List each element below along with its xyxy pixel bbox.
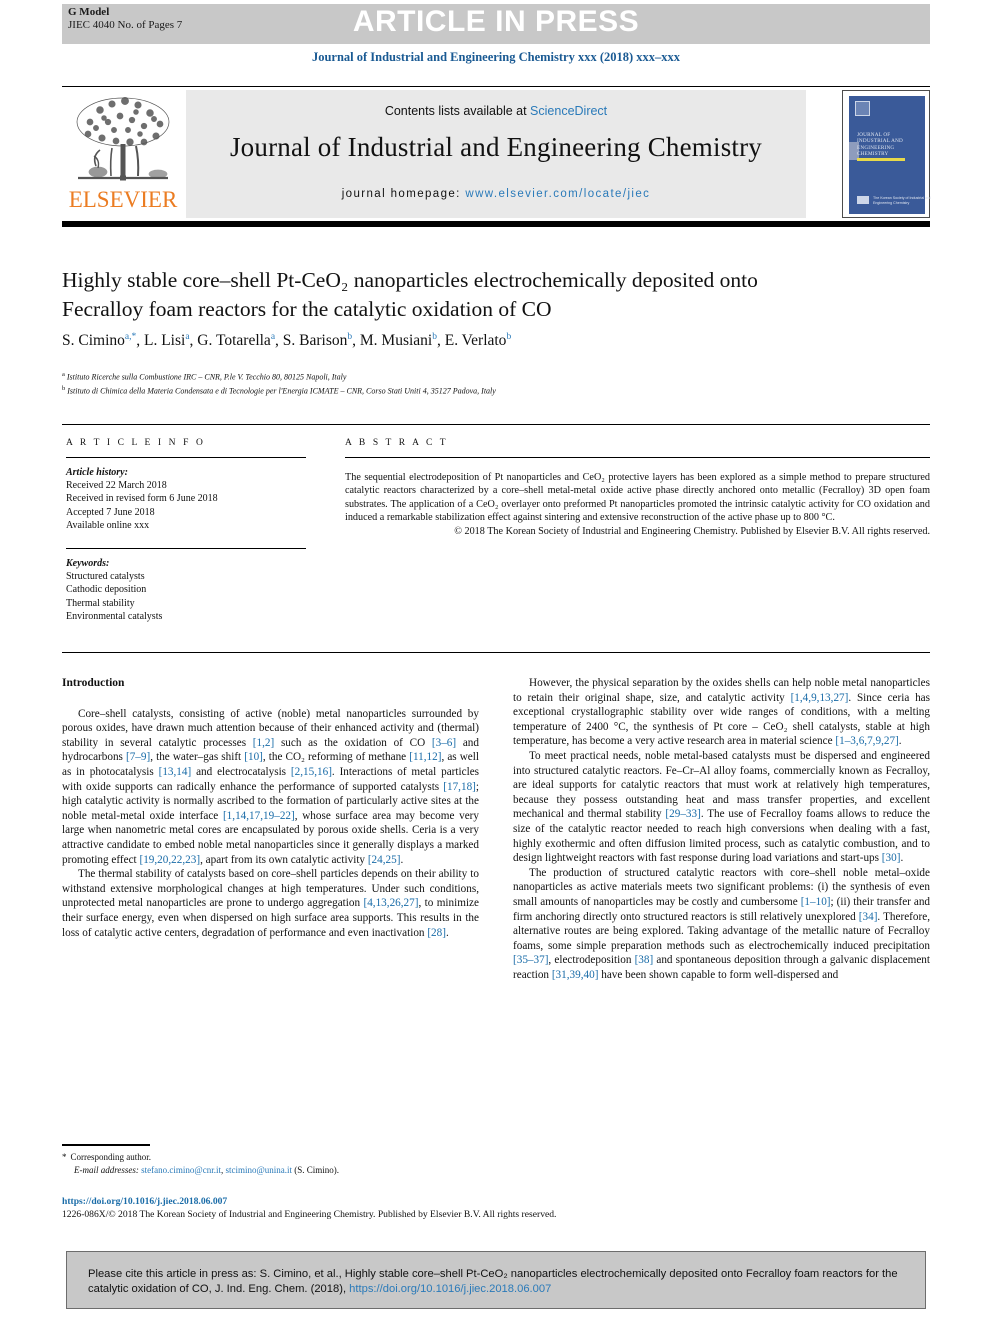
email-link-1[interactable]: stefano.cimino@cnr.it <box>141 1165 221 1175</box>
corresponding-author-note: * Corresponding author. <box>62 1151 492 1164</box>
masthead-top-rule <box>62 86 930 87</box>
contents-lists-line: Contents lists available at ScienceDirec… <box>186 104 806 118</box>
masthead: ELSEVIER Contents lists available at Sci… <box>62 90 931 218</box>
article-history: Article history: Received 22 March 2018 … <box>66 466 306 532</box>
abstract-text: The sequential electrodeposition of Pt n… <box>345 472 930 524</box>
citation-reference[interactable]: [1,2] <box>253 737 274 749</box>
author-list: S. Ciminoa,*, L. Lisia, G. Totarellaa, S… <box>62 332 512 350</box>
abstract-heading: A B S T R A C T <box>345 438 449 448</box>
journal-running-head: Journal of Industrial and Engineering Ch… <box>311 50 681 64</box>
citation-reference[interactable]: [31,39,40] <box>552 969 599 981</box>
article-title: Highly stable core–shell Pt-CeO₂ nanopar… <box>62 268 758 321</box>
keyword-item: Structured catalysts <box>66 571 145 583</box>
citation-reference[interactable]: [7–9] <box>126 751 150 763</box>
citation-reference[interactable]: [1,4,9,13,27] <box>791 692 849 704</box>
footnote-block: * Corresponding author. E-mail addresses:… <box>62 1151 492 1176</box>
citation-reference[interactable]: [1–3,6,7,9,27] <box>835 735 898 747</box>
citation-reference[interactable]: [17,18] <box>443 781 476 793</box>
citation-reference[interactable]: [10] <box>244 751 263 763</box>
keyword-item: Environmental catalysts <box>66 610 163 622</box>
homepage-url-link[interactable]: www.elsevier.com/locate/jiec <box>465 188 650 200</box>
cover-journal-title: JOURNAL OF INDUSTRIAL AND ENGINEERING CH… <box>857 132 903 158</box>
body-column-right: However, the physical separation by the … <box>513 676 930 982</box>
keywords-divider <box>66 548 306 550</box>
body-paragraph: Core–shell catalysts, consisting of acti… <box>62 707 480 866</box>
cover-society-logo-icon <box>855 101 870 116</box>
cite-doi-link[interactable]: https://doi.org/10.1016/j.jiec.2018.06.0… <box>349 1283 551 1295</box>
info-section-bottom-rule <box>62 652 930 653</box>
journal-cover-image: JOURNAL OF INDUSTRIAL AND ENGINEERING CH… <box>849 96 931 214</box>
cover-footer-text: The Korean Society of Industrial and Eng… <box>873 196 932 205</box>
article-info-heading: A R T I C L E I N F O <box>66 438 206 448</box>
citation-reference[interactable]: [19,20,22,23] <box>139 854 200 866</box>
email-owner: (S. Cimino). <box>294 1164 340 1175</box>
masthead-center: Contents lists available at ScienceDirec… <box>186 90 806 218</box>
citation-reference[interactable]: [3–6] <box>432 737 456 749</box>
keyword-item: Cathodic deposition <box>66 584 147 596</box>
issn-copyright-line: 1226-086X/© 2018 The Korean Society of I… <box>62 1209 557 1220</box>
cover-accent-rule <box>857 158 905 161</box>
citation-reference[interactable]: [4,13,26,27] <box>363 897 418 909</box>
citation-reference[interactable]: [24,25] <box>368 854 401 866</box>
citation-reference[interactable]: [34] <box>859 911 878 923</box>
body-column-left: Introduction Core–shell catalysts, consi… <box>62 676 479 940</box>
article-info-divider <box>66 457 306 458</box>
affiliation-a-text: Istituto Ricerche sulla Combustione IRC … <box>66 372 347 382</box>
history-item: Available online xxx <box>66 519 150 531</box>
doi-link[interactable]: https://doi.org/10.1016/j.jiec.2018.06.0… <box>62 1196 227 1207</box>
citation-reference[interactable]: [28] <box>427 927 446 939</box>
affiliation-a: a Istituto Ricerche sulla Combustione IR… <box>62 371 347 382</box>
affiliation-b: b Istituto di Chimica della Materia Cond… <box>62 385 496 396</box>
citation-reference[interactable]: [30] <box>882 852 901 864</box>
footnote-rule <box>62 1144 150 1146</box>
citation-reference[interactable]: [1,14,17,19–22] <box>223 810 295 822</box>
elsevier-logo: ELSEVIER <box>62 90 184 218</box>
body-paragraph: The thermal stability of catalysts based… <box>62 868 479 939</box>
journal-cover-thumbnail: JOURNAL OF INDUSTRIAL AND ENGINEERING CH… <box>842 90 931 218</box>
citation-reference[interactable]: [35–37] <box>513 954 548 966</box>
history-item: Received 22 March 2018 <box>66 480 167 492</box>
citation-reference[interactable]: [11,12] <box>409 751 441 763</box>
journal-title: Journal of Industrial and Engineering Ch… <box>229 132 763 162</box>
elsevier-wordmark: ELSEVIER <box>68 187 178 212</box>
homepage-prefix: journal homepage: <box>341 188 466 200</box>
info-section-top-rule <box>62 424 930 425</box>
cite-this-article-text: Please cite this article in press as: S.… <box>88 1267 908 1297</box>
paper-page: G Model JIEC 4040 No. of Pages 7 ARTICLE… <box>0 0 992 1323</box>
abstract-copyright: © 2018 The Korean Society of Industrial … <box>454 525 930 537</box>
masthead-bottom-rule <box>62 221 930 227</box>
body-paragraph: The production of structured catalytic r… <box>513 866 931 981</box>
citation-reference[interactable]: [13,14] <box>159 766 192 778</box>
cite-this-article-box: Please cite this article in press as: S.… <box>66 1251 926 1309</box>
abstract-divider <box>345 457 930 458</box>
citation-reference[interactable]: [2,15,16] <box>291 766 332 778</box>
citation-reference[interactable]: [38] <box>635 954 654 966</box>
affiliation-b-text: Istituto di Chimica della Materia Conden… <box>67 386 496 396</box>
article-history-label: Article history: <box>66 467 128 478</box>
abstract-column: A B S T R A C T The sequential electrode… <box>345 438 930 538</box>
email-label: E-mail addresses: <box>74 1164 139 1175</box>
section-heading-introduction: Introduction <box>62 677 125 689</box>
corresponding-author-text: Corresponding author. <box>70 1152 152 1162</box>
keyword-item: Thermal stability <box>66 597 135 609</box>
keywords-block: Keywords: Structured catalysts Cathodic … <box>66 557 306 623</box>
elsevier-tree-icon <box>76 97 170 181</box>
citation-reference[interactable]: [1–10] <box>801 896 831 908</box>
journal-homepage-line: journal homepage: www.elsevier.com/locat… <box>186 188 806 200</box>
sciencedirect-link[interactable]: ScienceDirect <box>530 104 607 118</box>
citation-reference[interactable]: [29–33] <box>665 808 700 820</box>
cover-society-badge-icon <box>857 196 869 204</box>
history-item: Accepted 7 June 2018 <box>66 506 155 518</box>
history-item: Received in revised form 6 June 2018 <box>66 493 218 505</box>
affiliations: a Istituto Ricerche sulla Combustione IR… <box>62 369 862 397</box>
email-link-2[interactable]: stcimino@unina.it <box>225 1165 292 1175</box>
email-line: E-mail addresses: stefano.cimino@cnr.it,… <box>74 1164 340 1175</box>
article-info-column: A R T I C L E I N F O Article history: R… <box>66 438 306 623</box>
body-paragraph: To meet practical needs, noble metal-bas… <box>513 749 930 865</box>
contents-prefix: Contents lists available at <box>384 104 531 118</box>
asterisk-icon: * <box>62 1152 67 1162</box>
body-paragraph: However, the physical separation by the … <box>513 677 930 748</box>
article-in-press-label: ARTICLE IN PRESS <box>352 5 640 38</box>
keywords-label: Keywords: <box>66 558 110 570</box>
